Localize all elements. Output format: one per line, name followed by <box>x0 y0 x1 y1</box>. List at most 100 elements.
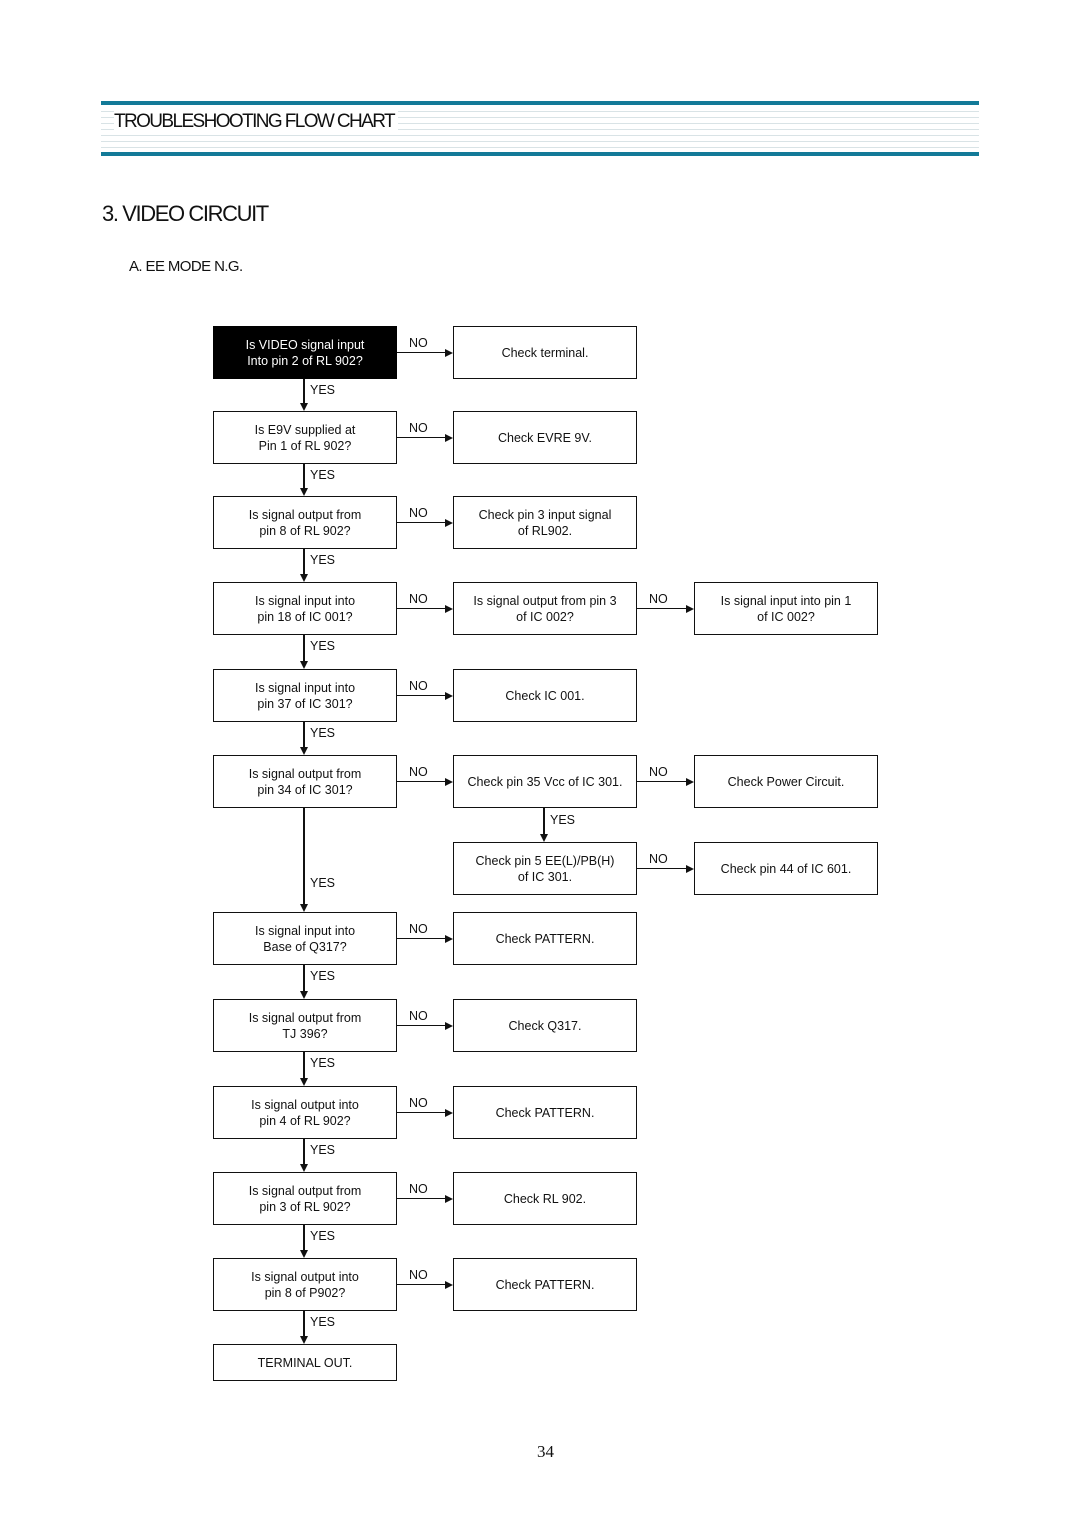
terminal-box: TERMINAL OUT. <box>213 1344 397 1381</box>
no-label: NO <box>409 1181 428 1196</box>
yes-label: YES <box>310 969 336 983</box>
decision-box-3: Is signal output from pin 8 of RL 902? <box>213 496 397 549</box>
no-arrow-1-1-line <box>397 351 446 354</box>
yes-arrow-2-arrowhead-icon <box>300 488 308 496</box>
yes-arrow-11-arrowhead-icon <box>300 1336 308 1344</box>
no-arrow-10-1-arrowhead-icon <box>445 1194 453 1203</box>
yes-arrow-8-line <box>303 1052 305 1079</box>
yes-arrow-6-line <box>303 808 305 905</box>
action-box-3-1: Check pin 3 input signal of RL902. <box>453 496 637 549</box>
no-label: NO <box>409 505 428 520</box>
no-arrow-6-2-line <box>637 780 687 783</box>
no-label: NO <box>409 1095 428 1110</box>
yes-arrow-5-arrowhead-icon <box>300 747 308 755</box>
yes-label: YES <box>310 553 336 567</box>
yes-arrow-6-arrowhead-icon <box>300 904 308 912</box>
no-label: NO <box>409 921 428 936</box>
decision-box-9: Is signal output into pin 4 of RL 902? <box>213 1086 397 1139</box>
yes-arrow-10-arrowhead-icon <box>300 1250 308 1258</box>
yes-arrow-2-line <box>303 464 305 489</box>
yes-arrow-4-line <box>303 635 305 662</box>
no-arrow-2-1-line <box>397 436 446 439</box>
yes-label: YES <box>310 639 336 653</box>
vcc-yes-arrow-line <box>543 808 545 835</box>
action-box-8-1: Check Q317. <box>453 999 637 1052</box>
vcc-yes-arrow-arrowhead-icon <box>540 834 548 842</box>
yes-label: YES <box>310 876 336 890</box>
no-arrow-1-1-arrowhead-icon <box>445 348 453 357</box>
decision-box-7: Is signal input into Base of Q317? <box>213 912 397 965</box>
yes-label: YES <box>310 1229 336 1243</box>
yes-arrow-7-line <box>303 965 305 992</box>
no-arrow-11-1-arrowhead-icon <box>445 1280 453 1289</box>
no-arrow-6-1-line <box>397 780 446 783</box>
action-box-2-1: Check EVRE 9V. <box>453 411 637 464</box>
yes-arrow-7-arrowhead-icon <box>300 991 308 999</box>
yes-arrow-1-line <box>303 379 305 404</box>
yes-label: YES <box>310 383 336 397</box>
action-box-6-1: Check pin 35 Vcc of IC 301. <box>453 755 637 808</box>
yes-arrow-8-arrowhead-icon <box>300 1078 308 1086</box>
no-arrow-5-1-arrowhead-icon <box>445 691 453 700</box>
no-arrow-8-1-arrowhead-icon <box>445 1021 453 1030</box>
action-box-7-1: Check PATTERN. <box>453 912 637 965</box>
action-box-1-1: Check terminal. <box>453 326 637 379</box>
action-box-6-2: Check Power Circuit. <box>694 755 878 808</box>
yes-arrow-5-line <box>303 722 305 748</box>
no-label: NO <box>649 591 668 606</box>
no-arrow-10-1-line <box>397 1197 446 1200</box>
yes-label: YES <box>310 1056 336 1070</box>
yes-label: YES <box>310 726 336 740</box>
yes-arrow-9-line <box>303 1139 305 1165</box>
no-arrow-6-2-arrowhead-icon <box>686 777 694 786</box>
no-label: NO <box>409 591 428 606</box>
yes-arrow-1-arrowhead-icon <box>300 403 308 411</box>
no-arrow-7-1-arrowhead-icon <box>445 934 453 943</box>
no-label: NO <box>649 851 668 866</box>
flow-chart: Is VIDEO signal input Into pin 2 of RL 9… <box>0 0 1080 1528</box>
decision-box-1: Is VIDEO signal input Into pin 2 of RL 9… <box>213 326 397 379</box>
no-arrow-7-1-line <box>397 937 446 940</box>
action-box-10-1: Check RL 902. <box>453 1172 637 1225</box>
pin5-no-arrow-arrowhead-icon <box>686 864 694 873</box>
action-box-4-2: Is signal input into pin 1 of IC 002? <box>694 582 878 635</box>
yes-arrow-9-arrowhead-icon <box>300 1164 308 1172</box>
yes-label: YES <box>310 1315 336 1329</box>
action-box-9-1: Check PATTERN. <box>453 1086 637 1139</box>
decision-box-11: Is signal output into pin 8 of P902? <box>213 1258 397 1311</box>
no-arrow-2-1-arrowhead-icon <box>445 433 453 442</box>
action-box-pin44-check: Check pin 44 of IC 601. <box>694 842 878 895</box>
action-box-pin5-check: Check pin 5 EE(L)/PB(H) of IC 301. <box>453 842 637 895</box>
no-arrow-4-2-line <box>637 607 687 610</box>
no-label: NO <box>409 764 428 779</box>
action-box-5-1: Check IC 001. <box>453 669 637 722</box>
no-arrow-3-1-line <box>397 521 446 524</box>
no-arrow-5-1-line <box>397 694 446 697</box>
action-box-4-1: Is signal output from pin 3 of IC 002? <box>453 582 637 635</box>
yes-arrow-11-line <box>303 1311 305 1337</box>
yes-arrow-10-line <box>303 1225 305 1251</box>
yes-arrow-3-arrowhead-icon <box>300 574 308 582</box>
no-arrow-8-1-line <box>397 1024 446 1027</box>
yes-label: YES <box>310 1143 336 1157</box>
decision-box-5: Is signal input into pin 37 of IC 301? <box>213 669 397 722</box>
no-arrow-4-2-arrowhead-icon <box>686 604 694 613</box>
no-arrow-9-1-line <box>397 1111 446 1114</box>
pin5-no-arrow-line <box>637 867 687 870</box>
decision-box-6: Is signal output from pin 34 of IC 301? <box>213 755 397 808</box>
no-label: NO <box>409 678 428 693</box>
decision-box-4: Is signal input into pin 18 of IC 001? <box>213 582 397 635</box>
no-label: NO <box>409 420 428 435</box>
no-arrow-9-1-arrowhead-icon <box>445 1108 453 1117</box>
yes-label: YES <box>550 813 576 827</box>
yes-arrow-3-line <box>303 549 305 575</box>
yes-arrow-4-arrowhead-icon <box>300 661 308 669</box>
no-label: NO <box>409 1267 428 1282</box>
no-label: NO <box>409 335 428 350</box>
no-label: NO <box>409 1008 428 1023</box>
no-arrow-6-1-arrowhead-icon <box>445 777 453 786</box>
no-label: NO <box>649 764 668 779</box>
no-arrow-3-1-arrowhead-icon <box>445 518 453 527</box>
decision-box-8: Is signal output from TJ 396? <box>213 999 397 1052</box>
yes-label: YES <box>310 468 336 482</box>
